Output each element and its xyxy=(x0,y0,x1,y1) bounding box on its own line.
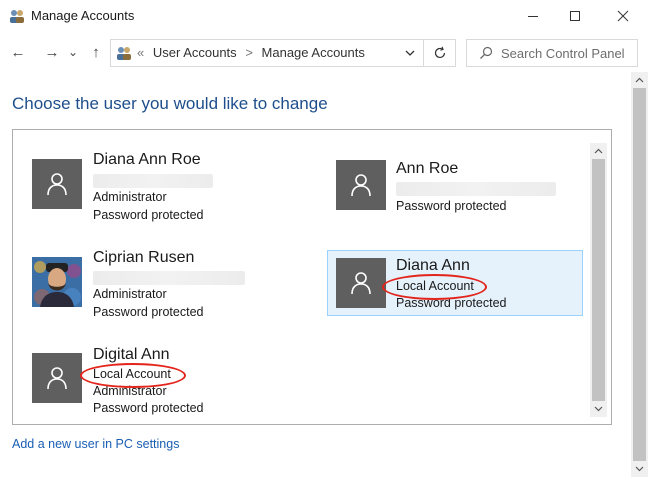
add-new-user-link[interactable]: Add a new user in PC settings xyxy=(12,437,179,451)
refresh-button[interactable] xyxy=(424,39,456,67)
scroll-down-button[interactable] xyxy=(590,401,607,417)
account-detail: Administrator xyxy=(93,190,167,204)
account-detail-local: Local Account xyxy=(396,279,474,293)
accounts-scrollbar[interactable] xyxy=(590,143,607,417)
scrollbar-thumb[interactable] xyxy=(592,159,605,401)
chevron-down-icon: ⌄ xyxy=(67,45,79,59)
breadcrumb-overflow[interactable]: « xyxy=(137,45,149,60)
avatar xyxy=(32,353,82,403)
close-button[interactable] xyxy=(600,0,646,32)
account-detail: Password protected xyxy=(93,208,204,222)
page-heading: Choose the user you would like to change xyxy=(12,94,328,113)
scroll-up-button[interactable] xyxy=(590,143,607,159)
account-detail: Password protected xyxy=(396,296,507,310)
account-tile[interactable]: Diana Ann Roe Administrator Password pro… xyxy=(28,147,288,227)
window-title: Manage Accounts xyxy=(31,8,135,23)
account-detail-local: Local Account xyxy=(93,367,171,381)
user-icon xyxy=(47,173,67,196)
account-name: Diana Ann Roe xyxy=(93,151,201,168)
account-detail: Password protected xyxy=(93,305,204,319)
user-accounts-icon xyxy=(117,47,131,60)
account-detail: Password protected xyxy=(93,401,204,415)
avatar xyxy=(336,160,386,210)
account-name: Digital Ann xyxy=(93,346,170,363)
address-bar[interactable]: « User Accounts > Manage Accounts xyxy=(110,39,424,67)
breadcrumb-manage-accounts[interactable]: Manage Accounts xyxy=(262,45,365,60)
breadcrumb-user-accounts[interactable]: User Accounts xyxy=(153,45,237,60)
avatar xyxy=(336,258,386,308)
chevron-down-icon[interactable] xyxy=(403,46,417,60)
chevron-up-icon xyxy=(635,77,644,83)
search-input[interactable] xyxy=(501,44,633,62)
chevron-up-icon xyxy=(594,148,603,154)
refresh-icon xyxy=(434,46,445,59)
forward-arrow-icon: → xyxy=(44,43,60,61)
breadcrumb-separator[interactable]: > xyxy=(240,45,258,60)
account-detail: Administrator xyxy=(93,384,167,398)
profile-photo xyxy=(32,257,82,307)
breadcrumb: « User Accounts > Manage Accounts xyxy=(137,45,365,60)
account-detail: Administrator xyxy=(93,287,167,301)
scrollbar-thumb[interactable] xyxy=(633,88,646,461)
account-name: Diana Ann xyxy=(396,257,470,274)
title-bar: Manage Accounts xyxy=(0,0,648,32)
account-name: Ann Roe xyxy=(396,160,459,177)
close-icon xyxy=(617,10,629,22)
account-tile[interactable]: Digital Ann Local Account Administrator … xyxy=(28,343,288,421)
recent-locations-button[interactable]: ⌄ xyxy=(66,42,80,62)
user-accounts-icon xyxy=(10,10,24,23)
search-icon xyxy=(480,46,493,59)
window-scrollbar[interactable] xyxy=(631,72,648,477)
redacted-email xyxy=(93,271,245,285)
up-arrow-icon: ↑ xyxy=(92,43,100,61)
minimize-icon xyxy=(528,16,538,17)
redacted-email xyxy=(396,182,556,196)
up-button[interactable]: ↑ xyxy=(86,42,106,62)
scroll-up-button[interactable] xyxy=(631,72,648,88)
account-tile-selected[interactable]: Diana Ann Local Account Password protect… xyxy=(327,250,583,316)
back-arrow-icon: ← xyxy=(10,43,26,61)
search-box[interactable] xyxy=(466,39,638,67)
scroll-down-button[interactable] xyxy=(631,461,648,477)
account-detail: Password protected xyxy=(396,199,507,213)
avatar-photo xyxy=(32,257,82,307)
back-button[interactable]: ← xyxy=(8,42,28,62)
account-tile[interactable]: Ann Roe Password protected xyxy=(332,155,582,220)
user-icon xyxy=(351,272,371,295)
navigation-bar: ← → ⌄ ↑ « User Accounts > Manage Account… xyxy=(0,32,648,72)
account-tile[interactable]: Ciprian Rusen Administrator Password pro… xyxy=(28,245,288,325)
avatar xyxy=(32,159,82,209)
redacted-email xyxy=(93,174,213,188)
user-icon xyxy=(47,367,67,390)
maximize-icon xyxy=(570,11,580,21)
minimize-button[interactable] xyxy=(510,0,556,32)
maximize-button[interactable] xyxy=(552,0,598,32)
user-icon xyxy=(351,174,371,197)
chevron-down-icon xyxy=(594,406,603,412)
account-name: Ciprian Rusen xyxy=(93,249,195,266)
forward-button[interactable]: → xyxy=(42,42,62,62)
chevron-down-icon xyxy=(635,466,644,472)
